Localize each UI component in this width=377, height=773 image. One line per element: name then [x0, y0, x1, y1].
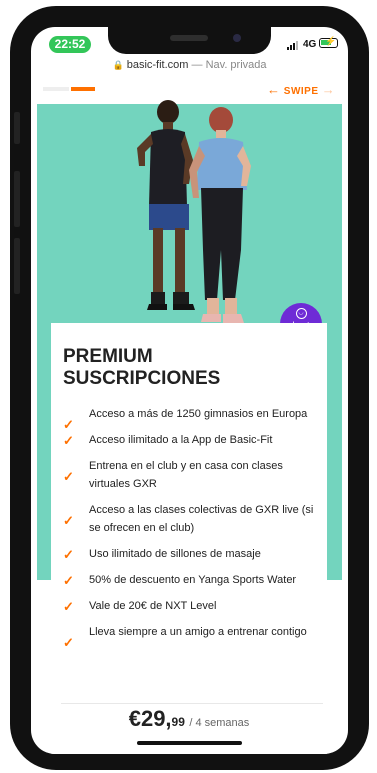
price: €29,99 / 4 semanas: [51, 706, 327, 732]
card-divider: [61, 703, 323, 704]
checkmark-icon: ✓: [63, 599, 74, 614]
swipe-hint[interactable]: ← SWIPE →: [267, 82, 335, 97]
plan-title-line2: SUSCRIPCIONES: [63, 368, 221, 389]
phone-screen: 22:52 4G ⚡ 🔒 basic-fit.com — Nav. privada…: [31, 27, 348, 754]
feature-item: ✓ Vale de 20€ de NXT Level: [63, 599, 217, 614]
speaker-grille: [170, 35, 208, 41]
people-photo: [137, 100, 251, 326]
swipe-label: SWIPE: [283, 86, 319, 97]
status-time: 22:52: [49, 36, 91, 53]
private-mode-label: Nav. privada: [205, 59, 267, 71]
smiley-icon: ◡: [295, 308, 307, 319]
feature-item: ✓ Entrena en el club y en casa con clases…: [63, 460, 283, 490]
volume-up-button: [14, 171, 20, 227]
checkmark-icon: ✓: [63, 513, 74, 528]
lock-icon: 🔒: [112, 60, 124, 70]
price-period: / 4 semanas: [189, 717, 250, 729]
feature-item: ✓ Lleva siempre a un amigo a entrenar con…: [63, 626, 307, 650]
plan-title: PREMIUM SUSCRIPCIONES: [63, 346, 303, 390]
feature-item: ✓ Acceso ilimitado a la App de Basic-Fit: [63, 433, 273, 448]
feature-item: ✓ Acceso a más de 1250 gimnasios en Europ…: [63, 408, 308, 432]
slider-indicator-active[interactable]: [71, 87, 95, 91]
feature-item: ✓ Acceso a las clases colectivas de GXR l…: [63, 504, 314, 534]
feature-item: ✓ Uso ilimitado de sillones de masaje: [63, 547, 261, 562]
network-type: 4G: [303, 39, 317, 50]
price-cents: 99: [171, 715, 185, 729]
feature-item: ✓ 50% de descuento en Yanga Sports Water: [63, 573, 297, 588]
battery-icon: ⚡: [319, 36, 338, 48]
front-camera: [233, 34, 241, 42]
signal-icon: [287, 40, 301, 50]
feature-list: ✓ Acceso a más de 1250 gimnasios en Europ…: [61, 405, 323, 650]
membership-card: PREMIUM SUSCRIPCIONES ✓ Acceso a más de 1…: [51, 323, 327, 754]
arrow-right-icon[interactable]: →: [322, 82, 336, 97]
slider-controls: ← SWIPE →: [31, 79, 348, 99]
price-amount: €29,: [128, 706, 172, 731]
man-figure: [137, 100, 195, 310]
slider-indicator-inactive[interactable]: [43, 87, 69, 91]
arrow-left-icon[interactable]: ←: [267, 82, 281, 97]
browser-url-bar[interactable]: 🔒 basic-fit.com — Nav. privada: [31, 59, 348, 79]
checkmark-icon: ✓: [63, 547, 74, 562]
home-indicator[interactable]: [137, 741, 242, 745]
checkmark-icon: ✓: [63, 433, 74, 448]
url-text: basic-fit.com: [126, 59, 189, 71]
checkmark-icon: ✓: [63, 469, 74, 484]
woman-figure: [189, 107, 251, 326]
plan-title-line1: PREMIUM: [63, 346, 153, 367]
volume-down-button: [14, 238, 20, 294]
mute-switch: [14, 112, 20, 144]
notch: [108, 27, 271, 54]
checkmark-icon: ✓: [63, 573, 74, 588]
url-separator: —: [191, 59, 203, 71]
checkmark-icon: ✓: [63, 635, 74, 650]
